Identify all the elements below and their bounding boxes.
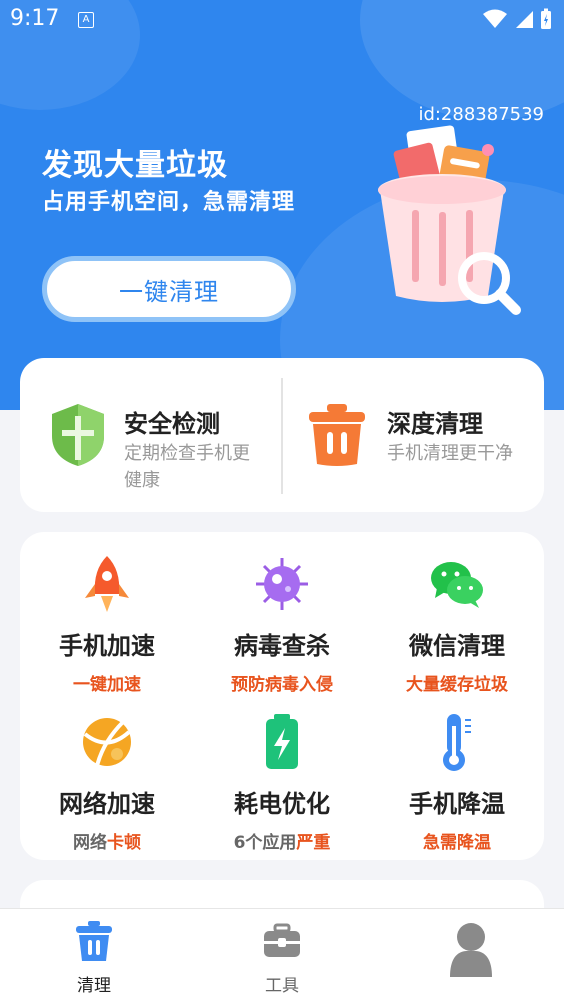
thermometer-icon: [443, 714, 471, 771]
network-boost-item[interactable]: 网络加速 网络卡顿: [20, 698, 194, 853]
hero-title: 发现大量垃圾: [42, 148, 228, 183]
grid-desc: 一键加速: [73, 675, 141, 695]
status-icons: [482, 8, 552, 30]
signal-icon: [516, 11, 533, 28]
phone-boost-item[interactable]: 手机加速 一键加速: [20, 540, 194, 695]
grid-desc: 预防病毒入侵: [231, 675, 333, 695]
grid-desc-highlight: 严重: [296, 833, 331, 853]
feature-title: 安全检测: [124, 410, 220, 438]
keyboard-a-icon: A: [78, 12, 94, 28]
status-time: 9:17: [10, 6, 60, 31]
grid-desc: 急需降温: [423, 833, 491, 853]
user-icon: [450, 923, 492, 977]
grid-title: 手机降温: [409, 790, 505, 818]
network-globe-icon: [83, 718, 131, 767]
shield-icon: [52, 404, 104, 466]
tab-profile[interactable]: [376, 909, 564, 1005]
tab-tools[interactable]: 工具: [188, 909, 376, 1005]
rocket-icon: [85, 556, 129, 612]
bottom-tab-bar: 清理 工具: [0, 908, 564, 1005]
tab-label: 清理: [77, 976, 111, 996]
status-bar: 9:17 A: [0, 0, 564, 38]
hero-banner: 9:17 A id:288387539 发现大量垃圾 占用手机空间，急需清理 一…: [0, 0, 564, 410]
toolbox-icon: [264, 923, 300, 957]
one-click-clean-button[interactable]: 一键清理: [42, 256, 296, 322]
top-feature-card: 安全检测 定期检查手机更健康 深度清理 手机清理更干净: [20, 358, 544, 512]
tools-grid-card: 手机加速 一键加速 病毒查杀 预防病毒入侵 微信清理 大量缓存垃圾 网络加速 网…: [20, 532, 544, 860]
feature-title: 深度清理: [387, 410, 483, 438]
feature-desc: 手机清理更干净: [387, 443, 513, 464]
battery-icon: [541, 8, 551, 29]
feature-desc: 定期检查手机更健康: [124, 443, 250, 491]
grid-desc-highlight: 卡顿: [107, 833, 141, 853]
grid-desc: 6个应用严重: [195, 828, 369, 853]
battery-optimize-item[interactable]: 耗电优化 6个应用严重: [195, 698, 369, 853]
trash-icon: [309, 404, 365, 466]
grid-title: 微信清理: [409, 632, 505, 660]
trash-icon: [76, 921, 112, 961]
wechat-icon: [431, 562, 483, 608]
wifi-icon: [483, 9, 507, 28]
phone-cooldown-item[interactable]: 手机降温 急需降温: [370, 698, 544, 853]
grid-title: 耗电优化: [234, 790, 330, 818]
virus-icon: [256, 558, 308, 610]
hero-subtitle: 占用手机空间，急需清理: [42, 190, 296, 215]
grid-title: 手机加速: [59, 632, 155, 660]
deep-clean-item[interactable]: 深度清理 手机清理更干净: [283, 358, 544, 512]
grid-title: 网络加速: [59, 790, 155, 818]
virus-scan-item[interactable]: 病毒查杀 预防病毒入侵: [195, 540, 369, 695]
battery-icon: [266, 714, 298, 769]
tab-clean[interactable]: 清理: [0, 909, 188, 1005]
grid-desc: 大量缓存垃圾: [406, 675, 508, 695]
security-check-item[interactable]: 安全检测 定期检查手机更健康: [20, 358, 281, 512]
grid-desc-prefix: 网络: [73, 833, 107, 853]
trash-bin-illustration: [378, 125, 521, 315]
grid-desc: 网络卡顿: [20, 828, 194, 853]
grid-desc-prefix: 6个应用: [233, 833, 297, 853]
wechat-clean-item[interactable]: 微信清理 大量缓存垃圾: [370, 540, 544, 695]
tab-label: 工具: [265, 976, 299, 996]
grid-title: 病毒查杀: [234, 632, 330, 660]
